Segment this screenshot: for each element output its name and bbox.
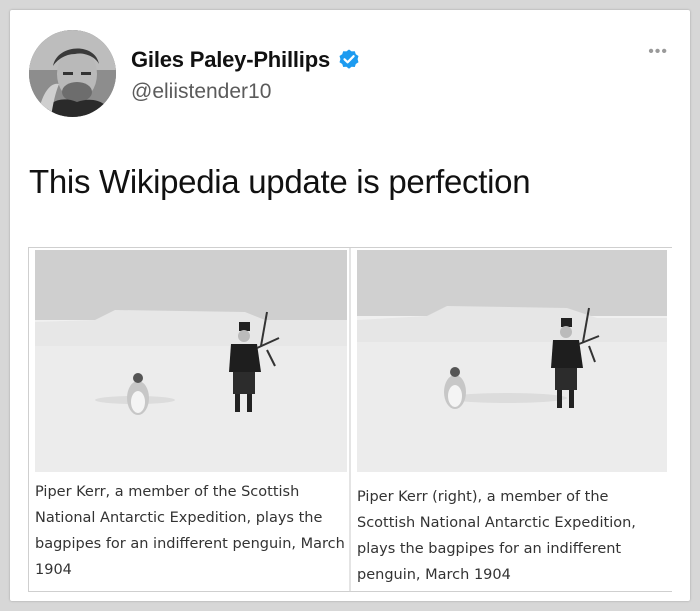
photo-piper-right — [357, 250, 667, 472]
photo-piper-left — [35, 250, 347, 472]
caption-right: Piper Kerr (right), a member of the Scot… — [357, 489, 636, 583]
author-row: Giles Paley-Phillips — [131, 47, 361, 73]
avatar-image — [29, 30, 116, 117]
tweet-media[interactable]: Piper Kerr, a member of the Scottish Nat… — [28, 247, 673, 592]
author-handle[interactable]: @eliistender10 — [131, 80, 271, 104]
tweet-text: This Wikipedia update is perfection — [29, 163, 531, 200]
media-panel-left: Piper Kerr, a member of the Scottish Nat… — [29, 248, 349, 591]
verified-badge-icon — [337, 48, 361, 72]
caption-left: Piper Kerr, a member of the Scottish Nat… — [35, 484, 345, 578]
more-options-icon[interactable]: ••• — [648, 43, 668, 61]
author-name[interactable]: Giles Paley-Phillips — [131, 47, 330, 73]
media-panel-right: Piper Kerr (right), a member of the Scot… — [349, 248, 673, 591]
tweet-card: Giles Paley-Phillips @eliistender10 ••• … — [10, 10, 690, 601]
avatar[interactable] — [29, 30, 116, 117]
